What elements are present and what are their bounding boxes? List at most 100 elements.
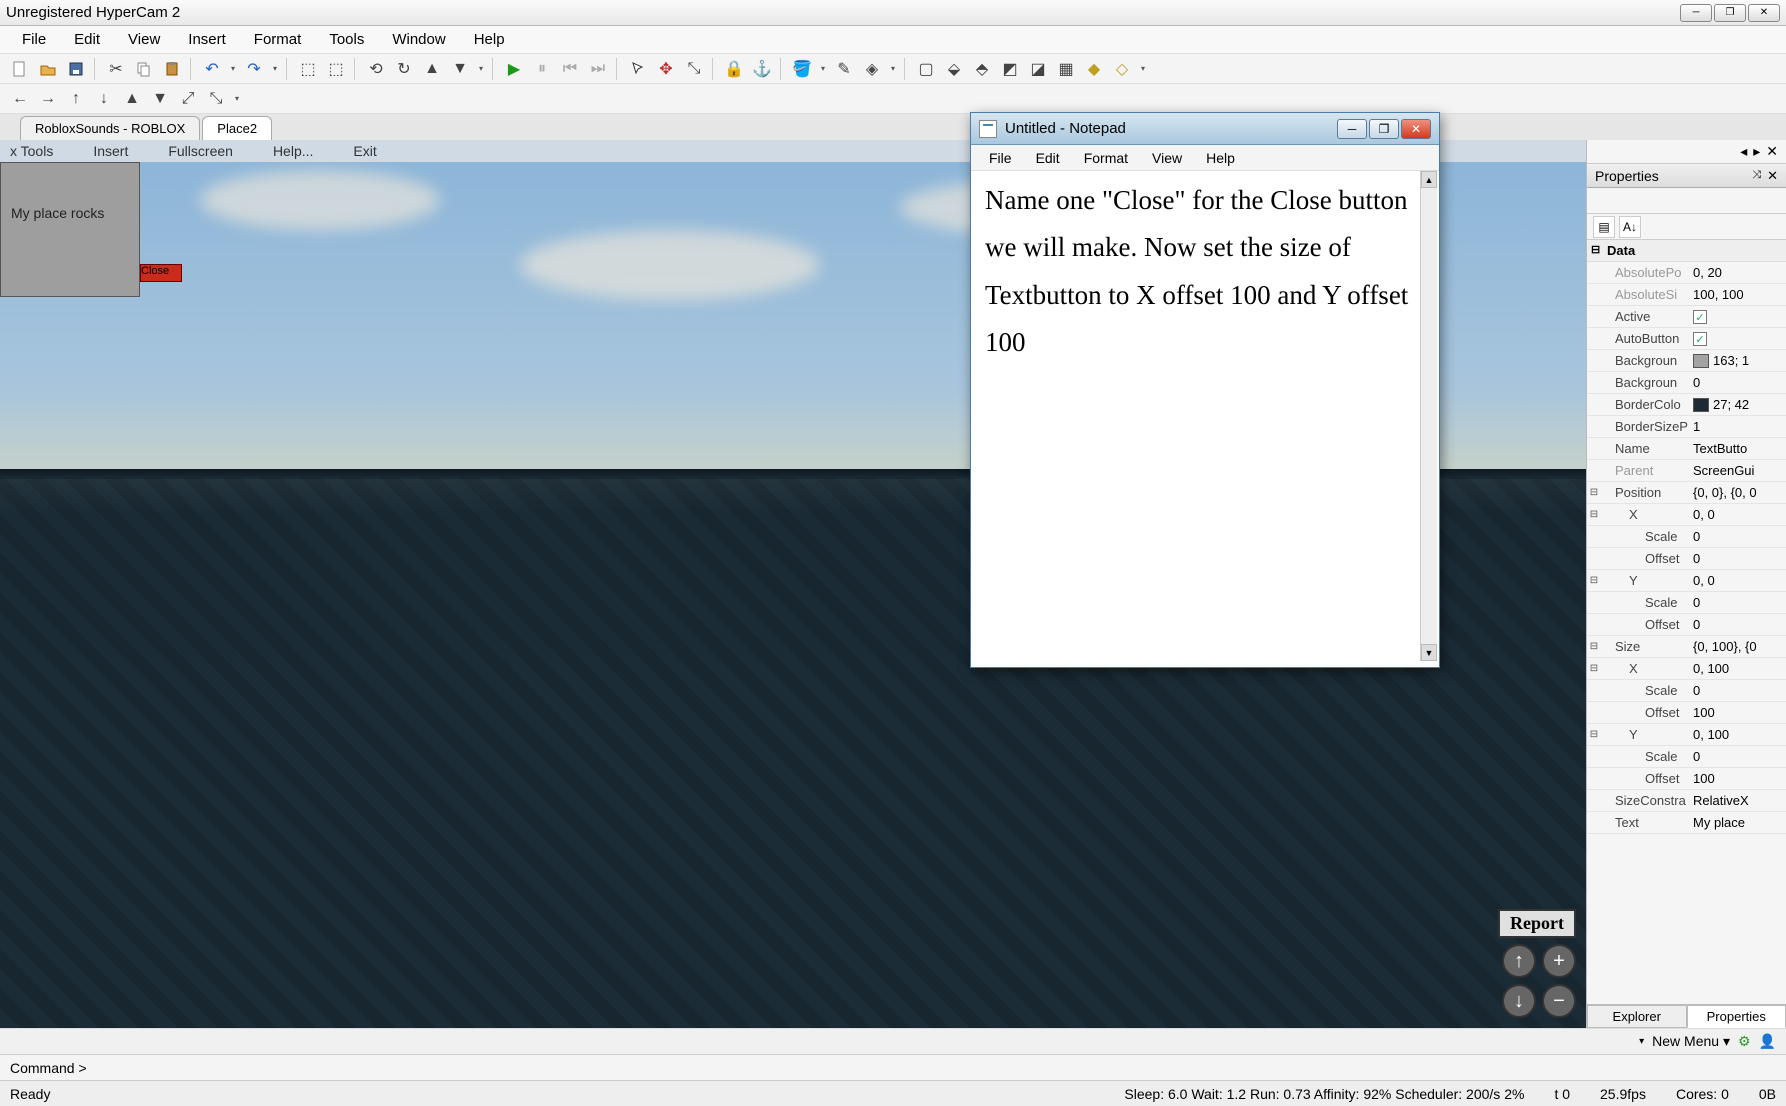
panel-nav-back-icon[interactable]: ◂ <box>1740 143 1747 160</box>
collapse-icon[interactable]: ⤡ <box>204 87 228 111</box>
zoom-out-icon[interactable]: ▼ <box>148 87 172 111</box>
part-truss-icon[interactable]: ▦ <box>1054 57 1078 81</box>
prop-size-x-offset[interactable]: Offset100 <box>1587 702 1786 724</box>
redo-icon[interactable]: ↷ <box>242 57 266 81</box>
copy-icon[interactable] <box>132 57 156 81</box>
material-icon[interactable]: ✎ <box>832 57 856 81</box>
part-cylinder-icon[interactable]: ⬘ <box>970 57 994 81</box>
camera-down-icon[interactable]: ↓ <box>1502 984 1536 1018</box>
notepad-window[interactable]: Untitled - Notepad ─ ❐ ✕ File Edit Forma… <box>970 112 1440 668</box>
lock-icon[interactable]: 🔒 <box>722 57 746 81</box>
vp-insert[interactable]: Insert <box>93 143 128 159</box>
expand-icon[interactable]: ⤢ <box>176 87 200 111</box>
select-tool-icon[interactable] <box>626 57 650 81</box>
prop-parent[interactable]: ParentScreenGui <box>1587 460 1786 482</box>
panel-nav-fwd-icon[interactable]: ▸ <box>1753 143 1760 160</box>
step-back-icon[interactable]: ⏮ <box>558 57 582 81</box>
pin-icon[interactable]: ⤨ <box>1752 169 1761 182</box>
prop-sizeconstraint[interactable]: SizeConstraRelativeX <box>1587 790 1786 812</box>
gear-icon[interactable]: ⚙ <box>1738 1033 1751 1050</box>
np-menu-edit[interactable]: Edit <box>1026 148 1070 168</box>
menu-insert[interactable]: Insert <box>176 27 238 52</box>
zoom-in-camera-icon[interactable]: + <box>1542 944 1576 978</box>
part-block-icon[interactable]: ▢ <box>914 57 938 81</box>
prop-position-y-offset[interactable]: Offset0 <box>1587 614 1786 636</box>
tab-robloxsounds[interactable]: RobloxSounds - ROBLOX <box>20 116 200 140</box>
part-sphere-icon[interactable]: ⬙ <box>942 57 966 81</box>
cut-icon[interactable]: ✂ <box>104 57 128 81</box>
menu-window[interactable]: Window <box>380 27 457 52</box>
arrow-left-icon[interactable]: ← <box>8 87 32 111</box>
np-menu-file[interactable]: File <box>979 148 1022 168</box>
menu-view[interactable]: View <box>116 27 172 52</box>
tilt-icon[interactable]: ↻ <box>392 57 416 81</box>
pause-icon[interactable]: ⏸ <box>530 57 554 81</box>
model-icon[interactable]: ◇ <box>1110 57 1134 81</box>
prop-size-y-scale[interactable]: Scale0 <box>1587 746 1786 768</box>
tab-explorer[interactable]: Explorer <box>1587 1005 1687 1028</box>
prop-active[interactable]: Active✓ <box>1587 306 1786 328</box>
prop-absolutesize[interactable]: AbsoluteSi100, 100 <box>1587 284 1786 306</box>
zoom-in-icon[interactable]: ▲ <box>120 87 144 111</box>
gui-textbutton[interactable]: My place rocks <box>0 162 140 297</box>
tab-place2[interactable]: Place2 <box>202 116 272 140</box>
prop-position-y-scale[interactable]: Scale0 <box>1587 592 1786 614</box>
vp-exit[interactable]: Exit <box>353 143 376 159</box>
notepad-close-button[interactable]: ✕ <box>1401 119 1431 139</box>
fill-dropdown[interactable]: ▾ <box>818 64 828 73</box>
prop-autobutton[interactable]: AutoButton✓ <box>1587 328 1786 350</box>
notepad-text-area[interactable]: Name one "Close" for the Close button we… <box>977 171 1419 661</box>
prop-position-y[interactable]: ⊟Y0, 0 <box>1587 570 1786 592</box>
rotate-icon[interactable]: ⟲ <box>364 57 388 81</box>
spawn-icon[interactable]: ◆ <box>1082 57 1106 81</box>
active-checkbox[interactable]: ✓ <box>1693 310 1707 324</box>
report-button[interactable]: Report <box>1498 909 1576 938</box>
prop-text[interactable]: TextMy place <box>1587 812 1786 834</box>
arrow-up-icon[interactable]: ↑ <box>64 87 88 111</box>
parts-dropdown[interactable]: ▾ <box>1138 64 1148 73</box>
notepad-scrollbar[interactable]: ▲ ▼ <box>1420 171 1437 661</box>
arrow-right-icon[interactable]: → <box>36 87 60 111</box>
menu-tools[interactable]: Tools <box>317 27 376 52</box>
prop-position[interactable]: ⊟Position{0, 0}, {0, 0 <box>1587 482 1786 504</box>
scroll-down-icon[interactable]: ▼ <box>1421 644 1437 661</box>
tab-properties[interactable]: Properties <box>1687 1005 1786 1028</box>
new-menu-button[interactable]: New Menu ▾ <box>1652 1033 1730 1050</box>
camera-up-icon[interactable]: ↑ <box>1502 944 1536 978</box>
np-menu-help[interactable]: Help <box>1196 148 1245 168</box>
prop-bordersize[interactable]: BorderSizeP1 <box>1587 416 1786 438</box>
undo-icon[interactable]: ↶ <box>200 57 224 81</box>
anchor-icon[interactable]: ⚓ <box>750 57 774 81</box>
prop-size-y[interactable]: ⊟Y0, 100 <box>1587 724 1786 746</box>
vp-fullscreen[interactable]: Fullscreen <box>168 143 233 159</box>
arrow-down-icon[interactable]: ↓ <box>92 87 116 111</box>
part-corner-icon[interactable]: ◪ <box>1026 57 1050 81</box>
scale-tool-icon[interactable]: ⤡ <box>682 57 706 81</box>
move-dropdown[interactable]: ▾ <box>476 64 486 73</box>
undo-dropdown[interactable]: ▾ <box>228 64 238 73</box>
prop-bordercolor[interactable]: BorderColo27; 42 <box>1587 394 1786 416</box>
step-fwd-icon[interactable]: ⏭ <box>586 57 610 81</box>
prop-size-x-scale[interactable]: Scale0 <box>1587 680 1786 702</box>
zoom-out-camera-icon[interactable]: − <box>1542 984 1576 1018</box>
menu-help[interactable]: Help <box>462 27 517 52</box>
prop-backgroundtrans[interactable]: Backgroun0 <box>1587 372 1786 394</box>
menu-file[interactable]: File <box>10 27 58 52</box>
surface-icon[interactable]: ◈ <box>860 57 884 81</box>
notepad-maximize-button[interactable]: ❐ <box>1369 119 1399 139</box>
group-icon[interactable]: ⬚ <box>296 57 320 81</box>
autobutton-checkbox[interactable]: ✓ <box>1693 332 1707 346</box>
vp-help[interactable]: Help... <box>273 143 313 159</box>
prop-name[interactable]: NameTextButto <box>1587 438 1786 460</box>
nav-dropdown[interactable]: ▾ <box>232 94 242 103</box>
panel-close-icon[interactable]: ✕ <box>1767 168 1778 184</box>
gui-close-button[interactable]: Close <box>140 264 182 282</box>
vp-xtools[interactable]: x Tools <box>10 143 53 159</box>
close-button[interactable]: ✕ <box>1748 4 1780 22</box>
play-icon[interactable]: ▶ <box>502 57 526 81</box>
paste-icon[interactable] <box>160 57 184 81</box>
menu-edit[interactable]: Edit <box>62 27 112 52</box>
prop-size-x[interactable]: ⊟X0, 100 <box>1587 658 1786 680</box>
scroll-up-icon[interactable]: ▲ <box>1421 171 1437 188</box>
panel-nav-close-icon[interactable]: ✕ <box>1766 143 1778 160</box>
